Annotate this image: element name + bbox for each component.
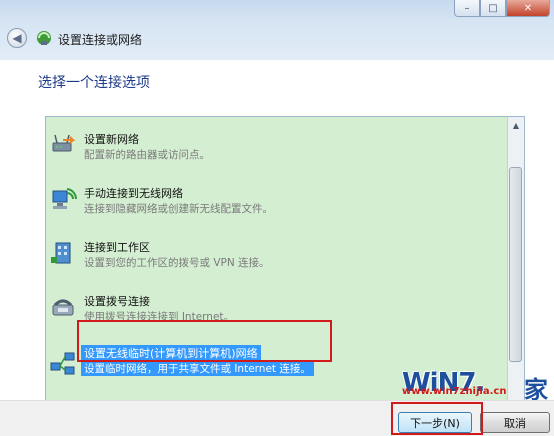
option-title: 手动连接到无线网络 (84, 187, 183, 200)
close-button[interactable]: ✕ (506, 0, 550, 17)
option-manual-wireless[interactable]: 手动连接到无线网络 连接到隐藏网络或创建新无线配置文件。 (46, 179, 508, 229)
site-watermark: WiN7. 家 www.win7zhijia.cn (402, 368, 552, 404)
maximize-button[interactable]: □ (480, 0, 506, 17)
window-titlebar: – □ ✕ ◀ 设置连接或网络 (0, 0, 554, 61)
option-title: 设置拨号连接 (84, 295, 150, 308)
option-description: 使用拨号连接连接到 Internet。 (84, 311, 235, 323)
next-button[interactable]: 下一步(N) (398, 412, 472, 433)
page-heading: 选择一个连接选项 (38, 75, 150, 91)
watermark-url: www.win7zhijia.cn (402, 386, 507, 397)
minimize-button[interactable]: – (454, 0, 480, 17)
option-setup-new-network[interactable]: 设置新网络 配置新的路由器或访问点。 (46, 125, 508, 175)
wireless-network-icon (52, 188, 77, 209)
scroll-up-arrow-icon[interactable]: ▲ (508, 117, 524, 134)
window-controls: – □ ✕ (454, 0, 550, 18)
option-description: 连接到隐藏网络或创建新无线配置文件。 (84, 203, 273, 215)
option-title: 设置无线临时(计算机到计算机)网络 (81, 345, 261, 361)
wizard-button-bar: 下一步(N) 取消 (0, 400, 554, 436)
option-title: 连接到工作区 (84, 241, 150, 254)
dialup-modem-icon (52, 299, 74, 316)
network-wizard-icon (37, 31, 51, 45)
option-description: 配置新的路由器或访问点。 (84, 149, 210, 161)
option-description: 设置临时网络，用于共享文件或 Internet 连接。 (81, 361, 314, 376)
wizard-content: 选择一个连接选项 设置新网络 配置新的路由器或访问点。 手动连接到无线网络 连接… (0, 60, 554, 433)
workplace-icon (51, 242, 71, 264)
scrollbar-thumb[interactable] (509, 167, 522, 362)
router-icon (52, 134, 76, 152)
back-arrow-icon: ◀ (12, 31, 22, 45)
option-title: 设置新网络 (84, 133, 139, 146)
option-setup-dialup[interactable]: 设置拨号连接 使用拨号连接连接到 Internet。 (46, 287, 508, 337)
window-title: 设置连接或网络 (58, 33, 143, 47)
adhoc-network-icon (50, 352, 75, 375)
option-connect-workplace[interactable]: 连接到工作区 设置到您的工作区的拨号或 VPN 连接。 (46, 233, 508, 283)
cancel-button[interactable]: 取消 (480, 412, 550, 433)
option-description: 设置到您的工作区的拨号或 VPN 连接。 (84, 257, 270, 269)
back-button[interactable]: ◀ (7, 28, 27, 48)
